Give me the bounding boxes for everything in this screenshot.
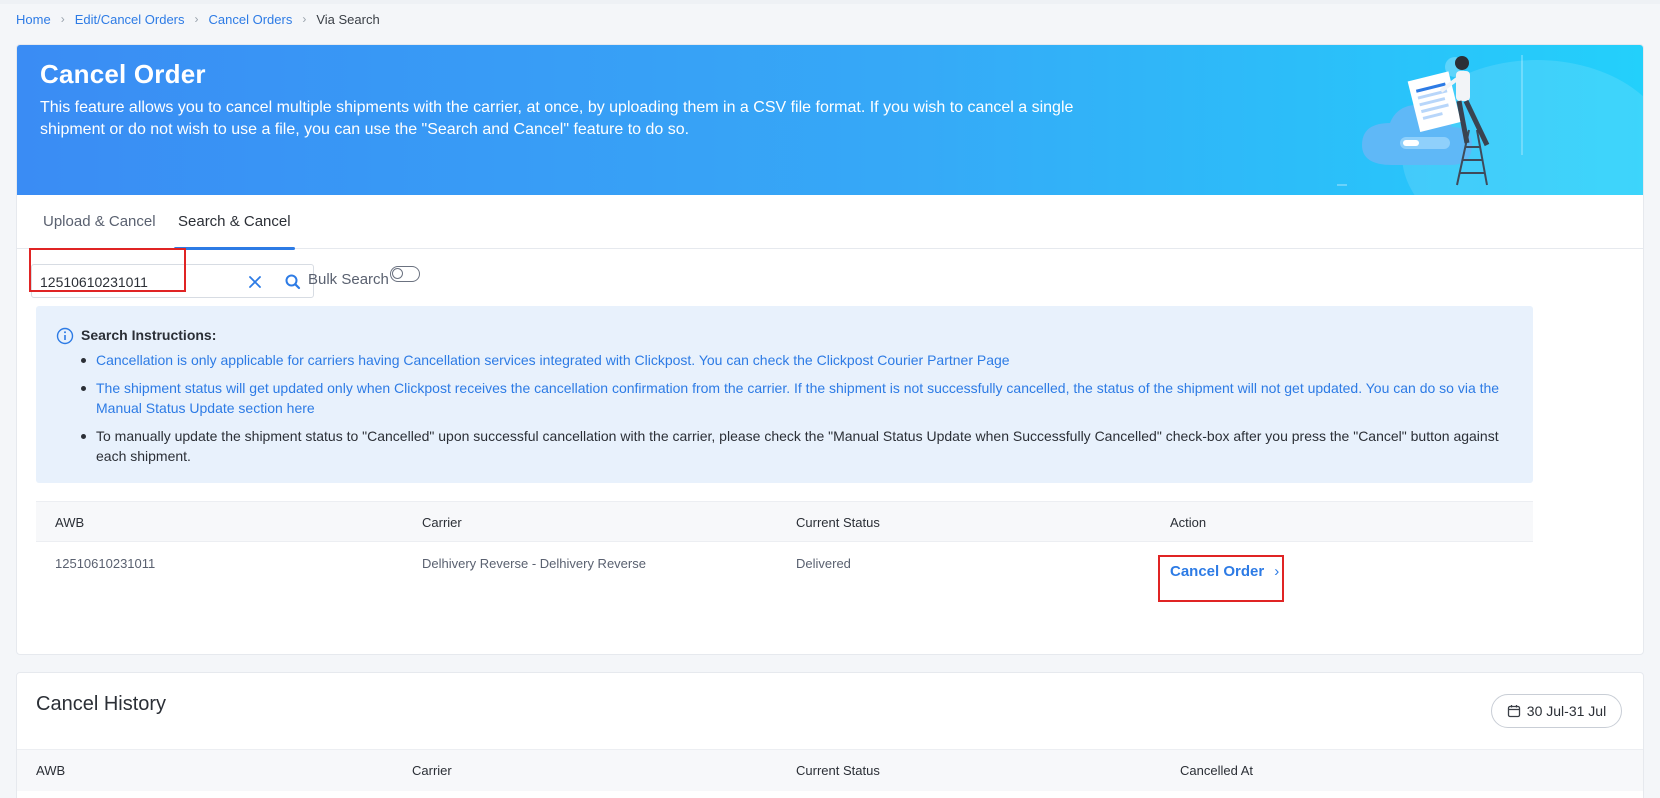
carrier-cell: Delhivery Reverse - Delhivery Reverse [422,556,646,571]
cancel-history-card: Cancel History 30 Jul-31 Jul AWB Carrier… [16,672,1644,798]
info-icon [56,327,74,345]
date-range-label: 30 Jul-31 Jul [1526,703,1607,719]
cancel-history-title: Cancel History [36,693,167,715]
tab-upload-cancel[interactable]: Upload & Cancel [43,195,156,249]
history-column-cancelled-at: Cancelled At [1180,763,1253,778]
history-column-awb: AWB [36,763,66,778]
clear-icon[interactable] [246,273,264,291]
cancel-order-card: Cancel Order This feature allows you to … [16,44,1644,655]
page-description: This feature allows you to cancel multip… [40,99,1074,138]
column-header-awb: AWB [55,515,85,530]
search-icon[interactable] [283,272,303,292]
history-column-carrier: Carrier [412,763,452,778]
column-header-current-status: Current Status [796,515,880,530]
bulk-search-label: Bulk Search [308,271,389,288]
cancel-order-button[interactable]: Cancel Order › [1170,563,1279,580]
awb-search-box [31,264,314,298]
page-title: Cancel Order [40,59,206,89]
page-banner: Cancel Order This feature allows you to … [17,45,1643,195]
toggle-knob [392,268,403,279]
table-row: 12510610231011 Delhivery Reverse - Delhi… [36,542,1533,602]
breadcrumb: Home › Edit/Cancel Orders › Cancel Order… [16,10,380,28]
tab-search-cancel[interactable]: Search & Cancel [174,195,295,250]
chevron-right-icon: › [60,12,65,26]
cancel-order-label: Cancel Order [1170,563,1265,580]
instructions-list: Cancellation is only applicable for carr… [81,350,1501,474]
search-instructions-panel: Search Instructions: Cancellation is onl… [36,306,1533,483]
chevron-right-icon: › [302,12,307,26]
awb-search-input[interactable] [40,271,210,293]
column-header-action: Action [1170,515,1207,530]
instruction-manual-update-note: To manually update the shipment status t… [81,426,1501,466]
tab-bar: Upload & Cancel Search & Cancel [17,195,1643,250]
history-table-header: AWB Carrier Current Status Cancelled At [17,749,1643,791]
column-header-carrier: Carrier [422,515,462,530]
instruction-courier-partner-link[interactable]: Cancellation is only applicable for carr… [81,350,1501,370]
chevron-right-icon: › [1274,563,1280,580]
instructions-title: Search Instructions: [81,327,217,343]
status-cell: Delivered [796,556,851,571]
history-column-current-status: Current Status [796,763,880,778]
awb-cell: 12510610231011 [55,556,156,571]
calendar-icon [1507,705,1520,718]
instruction-manual-status-link[interactable]: The shipment status will get updated onl… [81,378,1501,418]
chevron-right-icon: › [194,12,199,26]
results-table-header: AWB Carrier Current Status Action [36,501,1533,542]
breadcrumb-home[interactable]: Home [16,12,51,27]
date-range-button[interactable]: 30 Jul-31 Jul [1491,694,1622,728]
breadcrumb-cancel-orders[interactable]: Cancel Orders [209,12,293,27]
bulk-search-toggle[interactable] [390,266,420,282]
upload-illustration-icon [1337,55,1643,195]
results-table: AWB Carrier Current Status Action 125106… [36,501,1533,602]
breadcrumb-edit-cancel-orders[interactable]: Edit/Cancel Orders [75,12,185,27]
breadcrumb-current: Via Search [316,11,380,27]
top-bar [0,0,1660,4]
